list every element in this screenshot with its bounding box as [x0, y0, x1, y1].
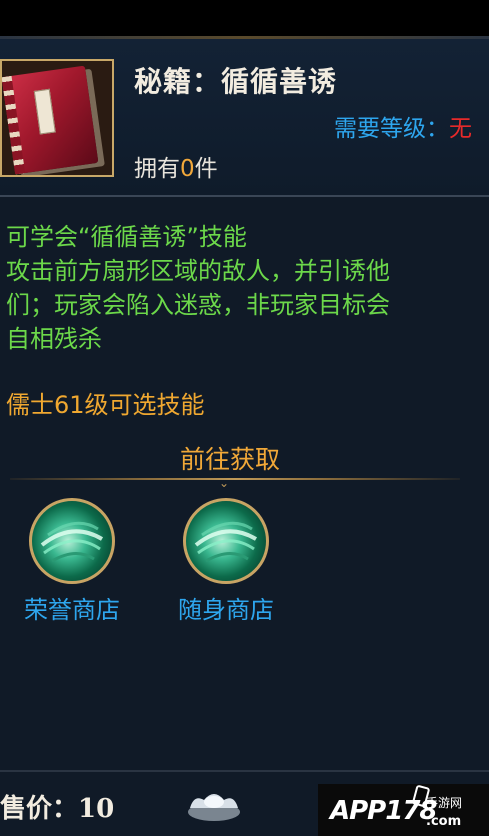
owned-prefix: 拥有	[134, 156, 180, 182]
price-label: 售价：	[0, 794, 79, 824]
watermark-domain: .com	[426, 814, 462, 829]
description-line: 可学会“循循善诱”技能	[6, 223, 247, 251]
required-level: 需要等级：无	[334, 109, 472, 143]
obtain-section-title: 前往获取	[179, 445, 280, 474]
required-level-label: 需要等级：	[334, 116, 449, 142]
source-label: 随身商店	[178, 596, 274, 624]
owned-count: 拥有0件	[134, 149, 218, 183]
price-value: 10	[78, 794, 115, 824]
red-scroll-book-icon	[2, 65, 99, 175]
sell-price: 售价：10	[0, 788, 114, 825]
description-line: 自相残杀	[6, 325, 102, 353]
top-bar	[0, 0, 489, 36]
description-line: 攻击前方扇形区域的敌人，并引诱他	[6, 257, 390, 285]
watermark-logo: APP178 手游网 .com	[318, 784, 489, 836]
source-honor-shop[interactable]: 荣誉商店	[7, 498, 137, 628]
watermark-sub: 手游网	[426, 796, 463, 810]
header-divider	[0, 195, 489, 197]
item-title: 秘籍：循循善诱	[134, 65, 338, 98]
source-label: 荣誉商店	[24, 596, 120, 624]
green-vortex-icon	[183, 498, 269, 584]
owned-suffix: 件	[194, 156, 218, 182]
owned-number: 0	[180, 156, 195, 182]
class-requirement: 儒士61级可选技能	[6, 391, 205, 419]
obtain-divider	[10, 478, 460, 480]
watermark-main: APP178	[330, 796, 438, 826]
footer-divider	[0, 770, 489, 772]
description-line: 们；玩家会陷入迷惑，非玩家目标会	[6, 291, 390, 319]
silver-ingot-icon	[188, 794, 240, 821]
item-icon-frame[interactable]	[0, 59, 114, 177]
required-level-value: 无	[449, 116, 472, 142]
source-portable-shop[interactable]: 随身商店	[161, 498, 291, 628]
chevron-down-icon: ⌄	[219, 476, 230, 490]
green-vortex-icon	[29, 498, 115, 584]
